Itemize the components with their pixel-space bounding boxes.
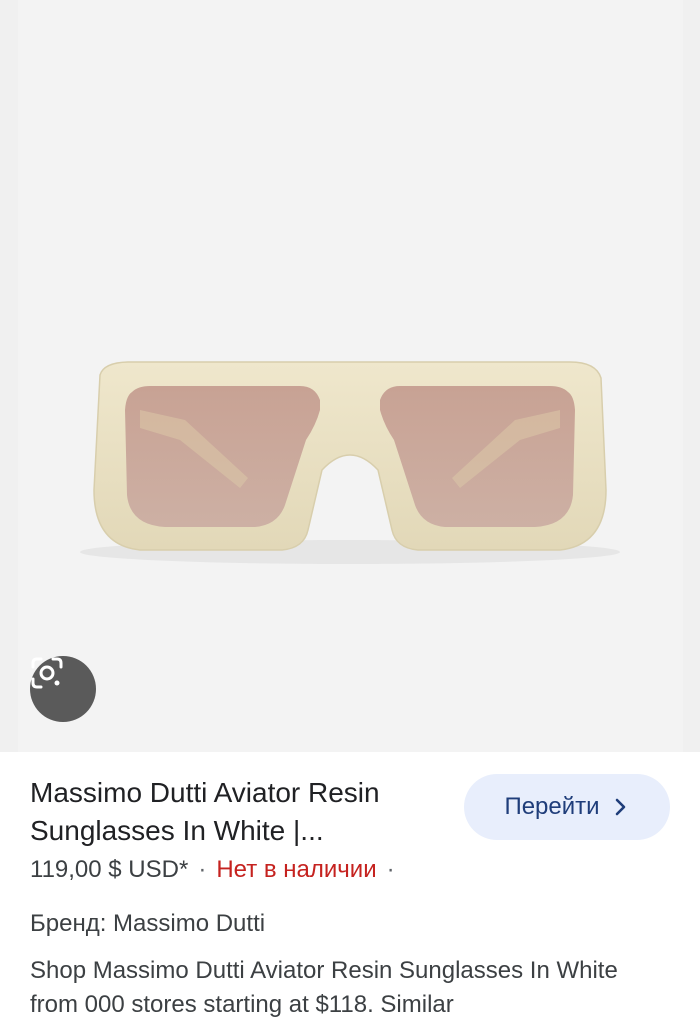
stock-status: Нет в наличии (216, 856, 377, 883)
go-to-store-button[interactable]: Перейти (464, 774, 670, 840)
product-info-panel: Massimo Dutti Aviator Resin Sunglasses I… (0, 752, 700, 1018)
brand-line: Бренд: Massimo Dutti (30, 910, 266, 937)
chevron-right-icon (615, 798, 625, 816)
separator-dot: · (198, 856, 207, 883)
product-image[interactable] (0, 0, 700, 752)
google-lens-button[interactable] (30, 656, 96, 722)
separator-dot-2: · (386, 856, 395, 883)
price: 119,00 $ USD* (30, 856, 189, 883)
google-lens-icon (31, 657, 63, 689)
product-description: Shop Massimo Dutti Aviator Resin Sunglas… (30, 957, 618, 1018)
price-row: 119,00 $ USD* · Нет в наличии · (30, 856, 405, 884)
sunglasses-illustration (80, 361, 620, 564)
go-button-label: Перейти (504, 793, 600, 820)
product-title[interactable]: Massimo Dutti Aviator Resin Sunglasses I… (30, 774, 440, 850)
